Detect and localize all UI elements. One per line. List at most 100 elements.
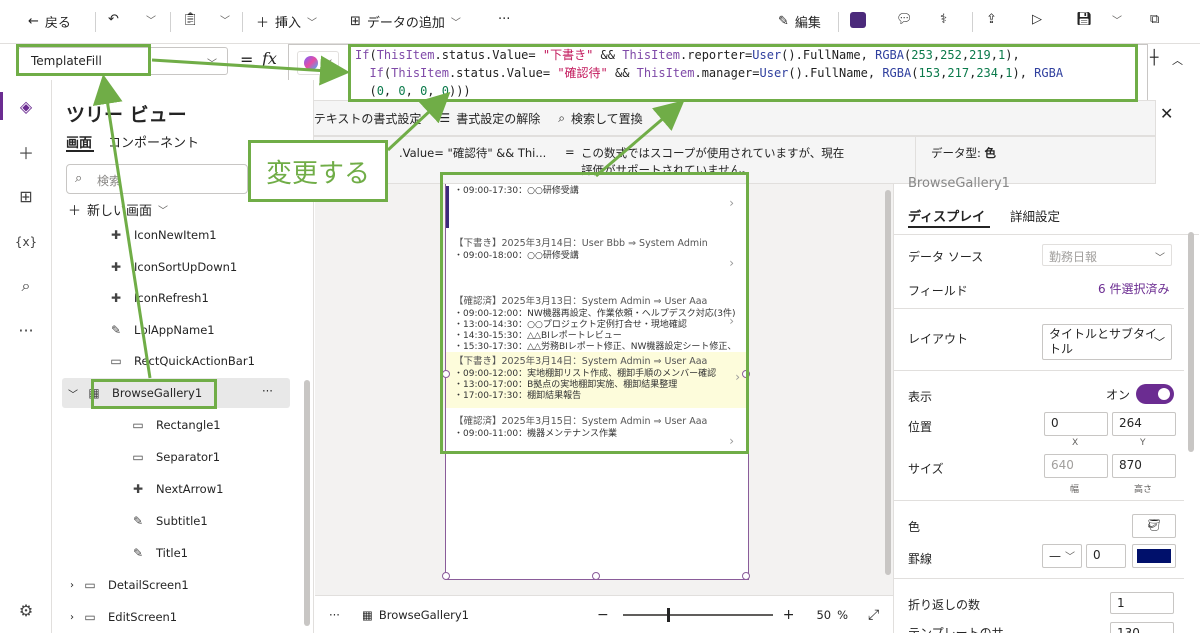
more-icon[interactable]: ··· <box>329 608 340 622</box>
back-button[interactable]: ← 戻る <box>28 12 71 31</box>
resize-handle[interactable] <box>442 572 450 580</box>
save-menu-button[interactable]: ﹀ <box>1112 12 1122 27</box>
tree-search-input[interactable]: ⌕ 検索 <box>66 164 248 194</box>
chevron-down-icon: ﹀ <box>1155 253 1165 264</box>
more-options-icon[interactable]: ··· <box>262 384 273 398</box>
undo-button[interactable]: ↶ <box>108 12 119 27</box>
variables-icon[interactable]: {x} <box>14 230 38 254</box>
chevron-up-icon[interactable]: ︿ <box>1172 52 1183 68</box>
screen-icon: ▭ <box>84 610 96 624</box>
divider <box>95 12 96 32</box>
data-icon[interactable]: ⊞ <box>14 184 38 208</box>
left-rail: ◈ ＋ ⊞ {x} ⌕ ··· ⚙ <box>0 80 52 633</box>
publish-button[interactable]: ⧉ <box>1150 12 1159 27</box>
tree-item-title1[interactable]: ✎ Title1 <box>52 538 302 568</box>
zoom-slider-thumb[interactable] <box>666 607 670 622</box>
publish-icon: ⧉ <box>1150 12 1160 27</box>
undo-menu-button[interactable]: ﹀ <box>146 12 156 27</box>
tab-screen[interactable]: 画面 <box>66 132 92 151</box>
tree-item-subtitle1[interactable]: ✎ Subtitle1 <box>52 506 302 536</box>
panel-scrollbar[interactable] <box>1188 232 1194 452</box>
annotation-box-property <box>16 44 151 76</box>
tab-display[interactable]: ディスプレイ <box>908 206 985 225</box>
position-x-input[interactable]: 0 <box>1044 412 1108 436</box>
tab-components[interactable]: コンポーネント <box>108 132 199 151</box>
find-replace-button[interactable]: ⌕ 検索して置換 <box>558 110 642 127</box>
template-size-label: テンプレートのサ <box>908 626 1004 633</box>
canvas-scrollbar[interactable] <box>885 190 891 575</box>
layout-dropdown[interactable]: タイトルとサブタイ トル ﹀ <box>1042 324 1172 360</box>
zoom-in-button[interactable]: + <box>783 607 795 623</box>
datasource-dropdown[interactable]: 勤務日報 ﹀ <box>1042 244 1172 266</box>
fill-color-picker[interactable]: 🪣︎ <box>1132 514 1176 538</box>
play-icon: ▷ <box>1032 12 1042 27</box>
resize-handle[interactable] <box>592 572 600 580</box>
fields-edit-link[interactable]: 6 件選択済み <box>1098 280 1169 297</box>
insert-button[interactable]: ＋ 挿入 ﹀ <box>256 12 317 31</box>
template-size-input[interactable]: 130 <box>1110 622 1174 633</box>
remove-format-button[interactable]: ☰ 書式設定の解除 <box>439 110 540 127</box>
selected-control-label[interactable]: BrowseGallery1 <box>379 608 469 622</box>
border-style-dropdown[interactable]: — ﹀ <box>1042 544 1082 568</box>
tree-item-nextarrow1[interactable]: ✚ NextArrow1 <box>52 474 302 504</box>
data-type-label: データ型: 色 <box>931 146 997 160</box>
settings-gear-icon[interactable]: ⚙ <box>14 598 38 622</box>
save-button[interactable]: 💾︎ <box>1076 12 1093 27</box>
tree-item-iconsortupdown1[interactable]: ✚ IconSortUpDown1 <box>52 252 302 282</box>
close-icon[interactable]: ✕ <box>1160 104 1173 123</box>
divider <box>894 308 1184 309</box>
tree-item-iconrefresh1[interactable]: ✚ IconRefresh1 <box>52 283 302 313</box>
chevron-right-icon: › <box>70 611 74 623</box>
tree-item-lblappname1[interactable]: ✎ LblAppName1 <box>52 315 302 345</box>
chevron-down-icon: ﹀ <box>220 16 230 27</box>
share-button[interactable]: ⇪ <box>986 12 997 27</box>
chevron-down-icon: ﹀ <box>1154 336 1165 349</box>
icon-control-icon: ✚ <box>132 482 144 496</box>
chevron-down-icon: ﹀ <box>158 206 169 217</box>
wrap-count-input[interactable]: 1 <box>1110 592 1174 614</box>
zoom-out-button[interactable]: − <box>597 607 609 623</box>
table-icon: ⊞ <box>350 14 361 29</box>
insert-icon[interactable]: ＋ <box>14 140 38 164</box>
copilot-button[interactable]: ﹀ <box>297 51 339 75</box>
tree-item-rectquickactionbar1[interactable]: ▭ RectQuickActionBar1 <box>52 346 302 376</box>
tree-scrollbar[interactable] <box>304 380 310 626</box>
tree-item-rectangle1[interactable]: ▭ Rectangle1 <box>52 410 302 440</box>
border-color-picker[interactable] <box>1132 544 1176 568</box>
preview-button[interactable]: ▷ <box>1032 12 1042 27</box>
tree-view-icon[interactable]: ◈ <box>14 94 38 118</box>
more-icon[interactable]: ··· <box>14 318 38 342</box>
position-y-input[interactable]: 264 <box>1112 412 1176 436</box>
tree-item-detailscreen1[interactable]: › ▭ DetailScreen1 <box>52 570 302 600</box>
formula-view-button[interactable] <box>850 12 866 28</box>
app-checker-button[interactable]: ⚕ <box>940 12 947 27</box>
rectangle-control-icon: ▭ <box>132 450 144 464</box>
format-text-button[interactable]: ☰ テキストの書式設定 <box>297 110 421 127</box>
plus-icon: ＋ <box>68 204 82 219</box>
tree-item-separator1[interactable]: ▭ Separator1 <box>52 442 302 472</box>
add-data-button[interactable]: ⊞ データの追加 ﹀ <box>350 12 461 31</box>
tree-title: ツリー ビュー <box>66 104 187 126</box>
visible-toggle[interactable] <box>1136 384 1174 404</box>
search-icon: ⌕ <box>75 171 83 186</box>
annotation-box-formula <box>348 44 1138 102</box>
tree-item-editscreen1[interactable]: › ▭ EditScreen1 <box>52 602 302 632</box>
more-button[interactable]: ··· <box>498 12 510 27</box>
width-input[interactable]: 640 <box>1044 454 1108 478</box>
paste-button[interactable]: 📋︎ <box>182 12 199 27</box>
formula-expand-icon[interactable]: ┼ <box>1150 50 1158 66</box>
height-input[interactable]: 870 <box>1112 454 1176 478</box>
zoom-slider[interactable] <box>622 607 773 622</box>
screen-icon: ▭ <box>84 578 96 592</box>
tab-advanced[interactable]: 詳細設定 <box>1010 206 1060 225</box>
comments-button[interactable]: 💬︎ <box>896 12 913 27</box>
fit-to-window-icon[interactable]: ⤢ <box>868 607 879 623</box>
border-width-input[interactable]: 0 <box>1086 544 1126 568</box>
search-icon[interactable]: ⌕ <box>14 274 38 298</box>
edit-button[interactable]: ✎ 編集 <box>778 12 821 31</box>
new-screen-button[interactable]: ＋ 新しい画面 ﹀ <box>68 200 168 219</box>
divider <box>894 500 1184 501</box>
paste-menu-button[interactable]: ﹀ <box>220 12 230 27</box>
resize-handle[interactable] <box>742 572 750 580</box>
tree-item-iconnewitem1[interactable]: ✚ IconNewItem1 <box>52 220 302 250</box>
